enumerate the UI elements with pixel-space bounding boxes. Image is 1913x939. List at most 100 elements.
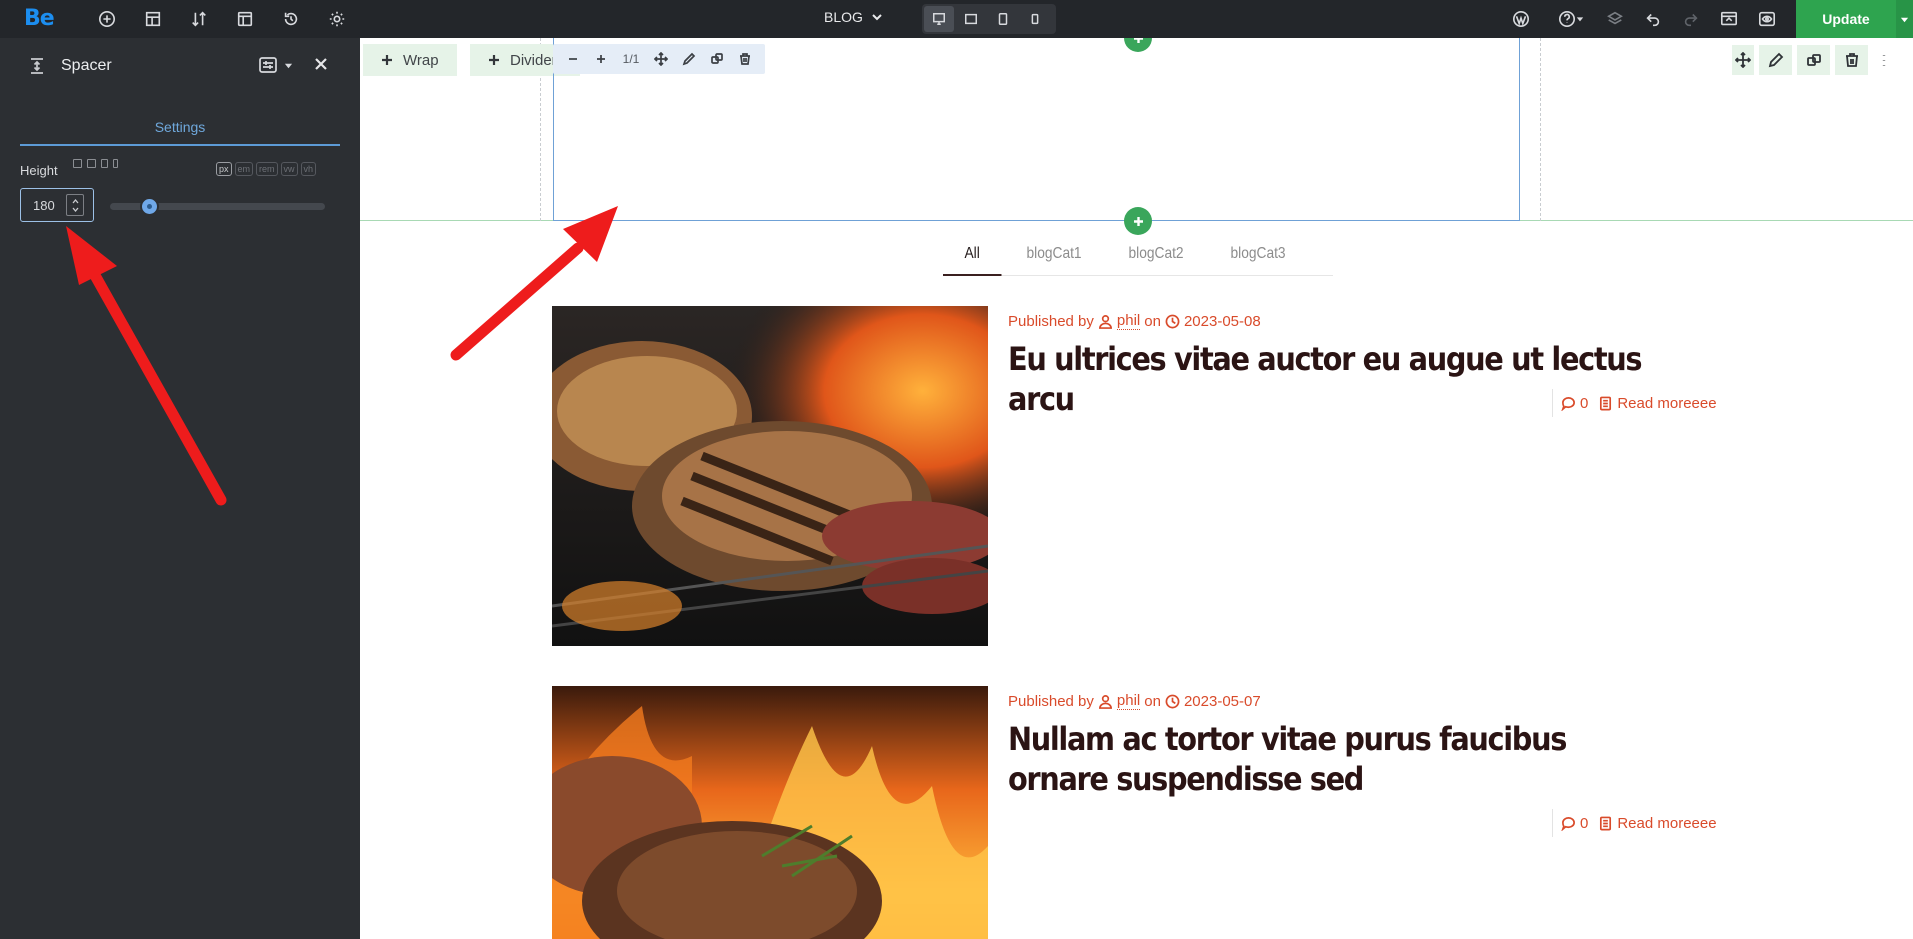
templates-icon[interactable] <box>142 8 164 30</box>
read-more-link[interactable]: Read moreeee <box>1598 395 1717 412</box>
tablet-view-button[interactable] <box>988 6 1018 32</box>
trash-icon <box>1845 53 1858 67</box>
caret-down-icon <box>1900 17 1909 22</box>
tablet-mini-icon[interactable] <box>101 159 108 168</box>
filter-tab-all[interactable]: All <box>943 234 1002 276</box>
update-options-button[interactable] <box>1896 0 1913 38</box>
element-toolbar: 1/1 <box>553 44 765 74</box>
edit-element-button[interactable] <box>675 46 703 72</box>
blog-post: Published by phil on 2023-05-08 Eu ultri… <box>552 306 1717 651</box>
duplicate-section-button[interactable] <box>1797 45 1830 75</box>
element-settings-panel: Spacer Settings Height px em rem vw vh 1… <box>0 38 360 939</box>
height-value: 180 <box>33 197 55 213</box>
unit-rem[interactable]: rem <box>256 162 278 176</box>
chevron-up-icon <box>72 198 78 203</box>
caret-down-icon <box>284 63 293 68</box>
read-more-link[interactable]: Read moreeee <box>1598 815 1717 832</box>
clock-icon <box>1165 694 1180 708</box>
desktop-mini-icon[interactable] <box>73 159 82 168</box>
move-element-button[interactable] <box>647 46 675 72</box>
preview-eye-icon[interactable] <box>1756 8 1778 30</box>
on-label: on <box>1144 312 1161 330</box>
update-button[interactable]: Update <box>1796 0 1896 38</box>
move-section-button[interactable] <box>1732 45 1754 75</box>
post-meta: Published by phil on 2023-05-07 <box>1008 692 1261 710</box>
comments-link[interactable]: 0 <box>1561 395 1588 412</box>
history-icon[interactable] <box>280 8 302 30</box>
layers-icon[interactable] <box>1604 8 1626 30</box>
delete-section-button[interactable] <box>1835 45 1868 75</box>
add-element-icon[interactable] <box>96 8 118 30</box>
height-number-input[interactable]: 180 <box>20 188 94 222</box>
clock-icon <box>1165 314 1180 328</box>
delete-element-button[interactable] <box>731 46 759 72</box>
height-label: Height <box>20 163 58 178</box>
laptop-mini-icon[interactable] <box>87 159 96 168</box>
post-date: 2023-05-08 <box>1183 312 1261 330</box>
blog-filter-tabs: All blogCat1 blogCat2 blogCat3 <box>943 234 1333 276</box>
add-section-below-button[interactable] <box>1124 207 1152 235</box>
filter-tab-blogcat3[interactable]: blogCat3 <box>1209 234 1307 276</box>
post-actions: 0 Read moreeee <box>1552 809 1717 837</box>
tab-settings[interactable]: Settings <box>20 108 340 146</box>
unit-px[interactable]: px <box>216 162 232 176</box>
width-ratio: 1/1 <box>622 52 640 66</box>
edit-section-button[interactable] <box>1759 45 1792 75</box>
pencil-icon <box>1768 52 1783 68</box>
spacer-icon <box>28 57 46 75</box>
filter-tab-blogcat1[interactable]: blogCat1 <box>1005 234 1103 276</box>
add-wrap-button[interactable]: Wrap <box>363 44 457 76</box>
responsive-device-toggles <box>73 159 118 168</box>
filter-tab-blogcat2[interactable]: blogCat2 <box>1107 234 1205 276</box>
add-wrap-label: Wrap <box>403 51 439 69</box>
pre-built-icon[interactable] <box>234 8 256 30</box>
blog-post: Published by phil on 2023-05-07 Nullam a… <box>552 686 1717 939</box>
plus-icon <box>489 55 499 65</box>
comment-icon <box>1561 816 1575 831</box>
duplicate-icon <box>711 53 723 64</box>
laptop-view-button[interactable] <box>956 6 986 32</box>
more-options-button[interactable] <box>1873 45 1895 75</box>
page-selector[interactable]: BLOG <box>824 9 883 25</box>
document-icon <box>1600 396 1612 410</box>
sort-icon[interactable] <box>188 8 210 30</box>
close-panel-button[interactable] <box>312 55 334 77</box>
panel-presets-button[interactable] <box>258 55 293 75</box>
undo-icon[interactable] <box>1642 8 1664 30</box>
post-title-link[interactable]: Nullam ac tortor vitae purus faucibus or… <box>1008 719 1674 799</box>
height-stepper[interactable] <box>66 194 84 216</box>
unit-em[interactable]: em <box>234 162 254 176</box>
plus-icon <box>1133 216 1143 226</box>
be-logo[interactable]: Be <box>24 6 55 31</box>
desktop-view-button[interactable] <box>924 6 954 32</box>
duplicate-element-button[interactable] <box>703 46 731 72</box>
panel-header: Spacer <box>0 38 360 96</box>
height-slider[interactable] <box>110 197 325 216</box>
comment-icon <box>1561 396 1575 411</box>
increase-width-button[interactable] <box>587 46 615 72</box>
post-author-link[interactable]: phil <box>1116 692 1141 710</box>
comments-count: 0 <box>1580 394 1589 412</box>
height-slider-handle[interactable] <box>139 197 159 216</box>
mobile-icon <box>1031 13 1039 25</box>
device-switcher <box>922 4 1056 34</box>
help-icon[interactable] <box>1554 8 1588 30</box>
page-canvas: Wrap Divider 1/1 All blogCat1 blogCat2 b… <box>360 38 1913 939</box>
plus-icon <box>382 55 392 65</box>
mobile-view-button[interactable] <box>1020 6 1050 32</box>
settings-gear-icon[interactable] <box>326 8 348 30</box>
decrease-width-button[interactable] <box>559 46 587 72</box>
post-author-link[interactable]: phil <box>1116 312 1141 330</box>
chevron-down-icon <box>72 207 78 212</box>
unit-vh[interactable]: vh <box>300 162 317 176</box>
wordpress-icon[interactable] <box>1510 8 1532 30</box>
mobile-mini-icon[interactable] <box>113 159 118 168</box>
panel-title: Spacer <box>61 57 112 74</box>
redo-icon[interactable] <box>1680 8 1702 30</box>
preview-window-icon[interactable] <box>1718 8 1740 30</box>
post-image-meat-flames[interactable] <box>552 686 988 939</box>
post-image-steak-grill[interactable] <box>552 306 988 646</box>
unit-vw[interactable]: vw <box>280 162 298 176</box>
comments-link[interactable]: 0 <box>1561 815 1588 832</box>
user-icon <box>1098 314 1112 329</box>
